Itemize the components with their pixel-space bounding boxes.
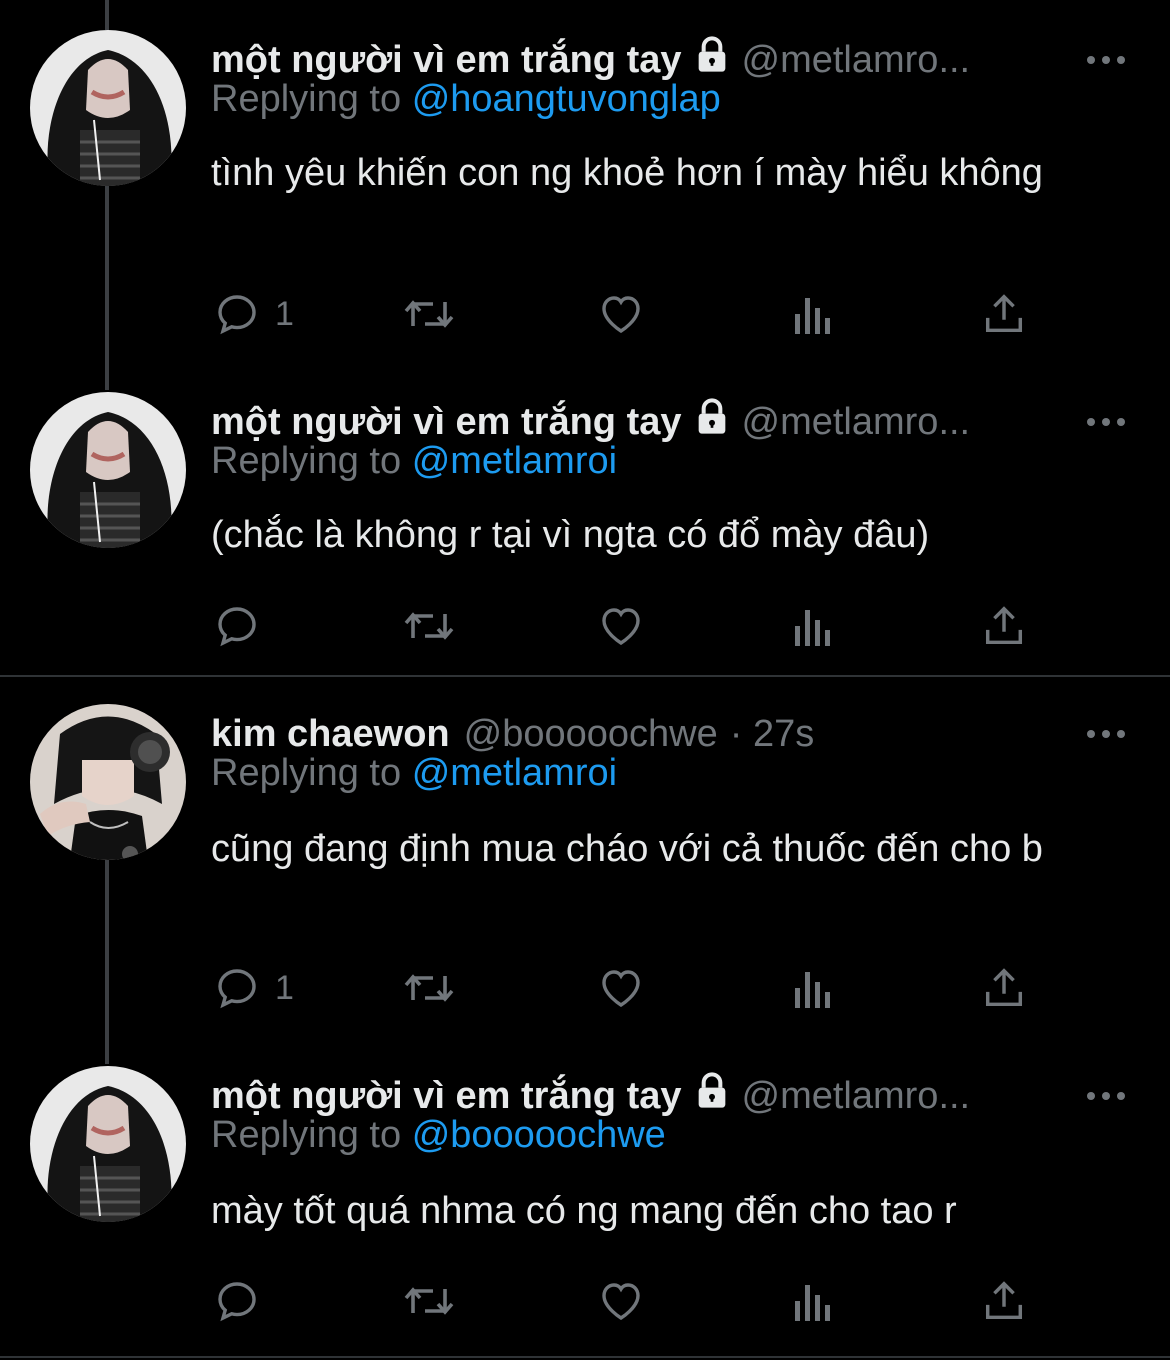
avatar[interactable] bbox=[30, 392, 186, 548]
retweet-button[interactable] bbox=[401, 1276, 457, 1326]
more-icon[interactable] bbox=[1086, 1066, 1126, 1126]
avatar[interactable] bbox=[30, 1066, 186, 1222]
more-icon[interactable] bbox=[1086, 704, 1126, 764]
views-icon bbox=[795, 298, 830, 334]
like-button[interactable] bbox=[596, 1276, 646, 1326]
mention-link[interactable]: @hoangtuvonglap bbox=[412, 78, 721, 120]
tweet-text: (chắc là không r tại vì ngta có đổ mày đ… bbox=[211, 514, 930, 556]
retweet-icon bbox=[404, 300, 454, 328]
retweet-icon bbox=[404, 612, 454, 640]
thread-line bbox=[105, 852, 109, 1064]
user-handle[interactable]: @metlamro... bbox=[742, 1075, 971, 1118]
replying-to: Replying to @booooochwe bbox=[211, 1114, 666, 1157]
user-handle[interactable]: @booooochwe bbox=[464, 713, 718, 756]
retweet-button[interactable] bbox=[401, 289, 457, 339]
share-icon bbox=[985, 606, 1023, 645]
thread-line bbox=[105, 180, 109, 390]
replying-to: Replying to @metlamroi bbox=[211, 752, 617, 795]
reply-icon bbox=[218, 969, 256, 1009]
display-name[interactable]: một người vì em trắng tay bbox=[211, 1075, 682, 1118]
like-button[interactable] bbox=[596, 963, 646, 1013]
reply-count: 1 bbox=[275, 968, 294, 1007]
retweet-button[interactable] bbox=[401, 963, 457, 1013]
share-button[interactable] bbox=[981, 1276, 1027, 1326]
views-icon bbox=[795, 610, 830, 646]
reply-button[interactable]: 1 bbox=[213, 289, 294, 339]
views-button[interactable] bbox=[791, 1276, 835, 1326]
timestamp[interactable]: · 27s bbox=[730, 713, 814, 756]
divider bbox=[0, 1356, 1170, 1358]
like-button[interactable] bbox=[596, 289, 646, 339]
views-icon bbox=[795, 972, 830, 1008]
views-button[interactable] bbox=[791, 601, 835, 651]
views-button[interactable] bbox=[791, 289, 835, 339]
retweet-button[interactable] bbox=[401, 601, 457, 651]
replying-label: Replying to bbox=[211, 78, 402, 120]
like-icon bbox=[602, 1283, 640, 1320]
reply-count: 1 bbox=[275, 294, 294, 333]
share-icon bbox=[985, 294, 1023, 333]
reply-button[interactable] bbox=[213, 601, 275, 651]
share-button[interactable] bbox=[981, 601, 1027, 651]
display-name[interactable]: kim chaewon bbox=[211, 713, 450, 756]
thread-line bbox=[105, 0, 109, 30]
reply-button[interactable]: 1 bbox=[213, 963, 294, 1013]
more-icon[interactable] bbox=[1086, 392, 1126, 452]
reply-icon bbox=[218, 1282, 256, 1322]
display-name[interactable]: một người vì em trắng tay bbox=[211, 401, 682, 444]
views-icon bbox=[795, 1285, 830, 1321]
like-icon bbox=[602, 608, 640, 645]
tweet-text: mày tốt quá nhma có ng mang đến cho tao … bbox=[211, 1190, 957, 1232]
reply-button[interactable] bbox=[213, 1276, 275, 1326]
action-bar: 1 bbox=[213, 289, 1073, 339]
avatar[interactable] bbox=[30, 704, 186, 860]
mention-link[interactable]: @metlamroi bbox=[412, 440, 617, 482]
reply-icon bbox=[218, 607, 256, 647]
views-button[interactable] bbox=[791, 963, 835, 1013]
replying-to: Replying to @metlamroi bbox=[211, 440, 617, 483]
mention-link[interactable]: @booooochwe bbox=[412, 1114, 666, 1156]
avatar[interactable] bbox=[30, 30, 186, 186]
replying-to: Replying to @hoangtuvonglap bbox=[211, 78, 721, 121]
share-button[interactable] bbox=[981, 963, 1027, 1013]
lock-icon bbox=[692, 1071, 732, 1121]
retweet-icon bbox=[404, 1287, 454, 1315]
reply-icon bbox=[218, 295, 256, 335]
share-icon bbox=[985, 968, 1023, 1007]
like-icon bbox=[602, 296, 640, 333]
mention-link[interactable]: @metlamroi bbox=[412, 752, 617, 794]
more-icon[interactable] bbox=[1086, 30, 1126, 90]
user-handle[interactable]: @metlamro... bbox=[742, 401, 971, 444]
like-icon bbox=[602, 970, 640, 1007]
lock-icon bbox=[692, 397, 732, 447]
action-bar: 1 bbox=[213, 963, 1073, 1013]
action-bar bbox=[213, 1276, 1073, 1326]
action-bar bbox=[213, 601, 1073, 651]
share-icon bbox=[985, 1281, 1023, 1320]
replying-label: Replying to bbox=[211, 440, 402, 482]
display-name[interactable]: một người vì em trắng tay bbox=[211, 39, 682, 82]
tweet-text: tình yêu khiến con ng khoẻ hơn í mày hiể… bbox=[211, 152, 1043, 194]
tweet-text: cũng đang định mua cháo với cả thuốc đến… bbox=[211, 828, 1043, 870]
user-handle[interactable]: @metlamro... bbox=[742, 39, 971, 82]
share-button[interactable] bbox=[981, 289, 1027, 339]
divider bbox=[0, 675, 1170, 677]
like-button[interactable] bbox=[596, 601, 646, 651]
replying-label: Replying to bbox=[211, 752, 402, 794]
retweet-icon bbox=[404, 974, 454, 1002]
replying-label: Replying to bbox=[211, 1114, 402, 1156]
